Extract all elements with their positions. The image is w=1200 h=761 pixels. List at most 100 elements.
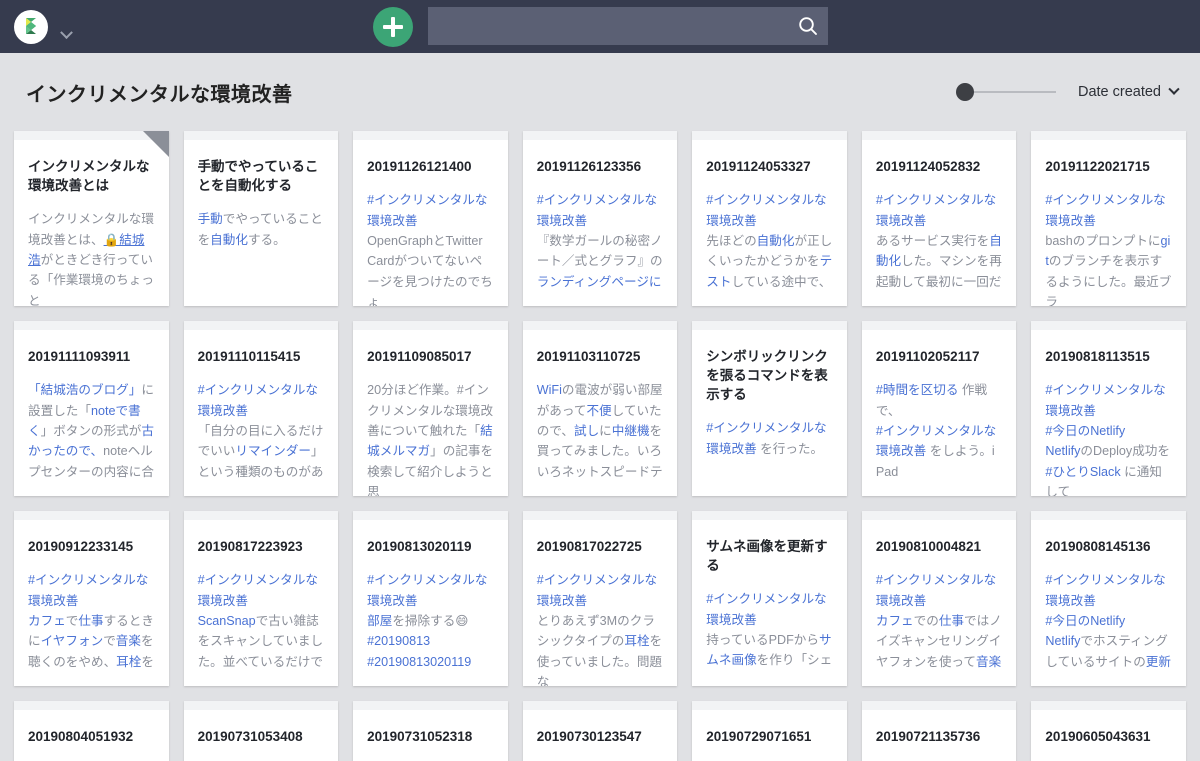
card-link[interactable]: #インクリメンタルな環境改善 xyxy=(537,193,657,227)
card-link[interactable]: #20190813020119 xyxy=(367,655,471,669)
card-link[interactable]: 中継機 xyxy=(612,424,650,438)
card-excerpt: #インクリメンタルな環境改善 「自分の目に入るだけでいいリマインダー」という種類の… xyxy=(198,380,325,482)
page-card[interactable]: 20190729071651 xyxy=(692,701,847,761)
page-card[interactable]: 20191109085017 20分ほど作業。#インクリメンタルな環境改善について… xyxy=(353,321,508,496)
card-link[interactable]: リマインダー xyxy=(235,444,311,458)
slider-track[interactable] xyxy=(961,91,1056,93)
page-card[interactable]: 20190817223923 #インクリメンタルな環境改善 ScanSnapで古い雑… xyxy=(183,511,339,686)
page-card[interactable]: 20190721135736 xyxy=(861,701,1017,761)
page-card[interactable]: シンボリックリンクを張るコマンドを表示する #インクリメンタルな環境改善 を行った… xyxy=(692,321,847,496)
new-page-button[interactable] xyxy=(373,7,413,47)
card-link[interactable]: カフェ xyxy=(28,614,66,628)
page-card[interactable]: 20190817022725 #インクリメンタルな環境改善 とりあえず3Mのクラシッ… xyxy=(522,511,678,686)
card-link[interactable]: #インクリメンタルな環境改善 xyxy=(876,573,996,607)
card-top-strip xyxy=(522,511,678,520)
card-link[interactable]: #インクリメンタルな環境改善 xyxy=(1045,573,1165,607)
project-menu-button[interactable] xyxy=(14,9,73,44)
card-link[interactable]: #インクリメンタルな環境改善 xyxy=(537,573,657,607)
card-link[interactable]: 音楽 xyxy=(976,655,1001,669)
page-card[interactable]: 20190912233145 #インクリメンタルな環境改善 カフェで仕事するときにイ… xyxy=(14,511,169,686)
sort-dropdown[interactable]: Date created xyxy=(1078,83,1180,100)
card-title: 20190731053408 xyxy=(197,729,303,744)
page-card[interactable]: 手動でやっていることを自動化する 手動でやっていることを自動化する。 xyxy=(183,131,339,306)
card-title: 20191122021715 xyxy=(1045,159,1150,174)
card-top-strip xyxy=(861,701,1017,710)
card-link[interactable]: #インクリメンタルな環境改善 xyxy=(706,193,826,227)
card-link[interactable]: ランディングページに xyxy=(537,275,662,289)
page-card[interactable]: 20191124053327 #インクリメンタルな環境改善 先ほどの自動化が正しくい… xyxy=(692,131,847,306)
card-title: インクリメンタルな環境改善とは xyxy=(28,159,150,194)
page-card[interactable]: 20190808145136 #インクリメンタルな環境改善 #今日のNetlify N… xyxy=(1031,511,1186,686)
card-excerpt: #インクリメンタルな環境改善 #今日のNetlify Netlifyでホスティングし… xyxy=(1045,570,1172,672)
search-box[interactable] xyxy=(428,7,828,45)
card-link[interactable]: #インクリメンタルな環境改善 xyxy=(367,193,487,227)
page-card[interactable]: 20191103110725 WiFiの電波が弱い部屋があって不便していたので、試… xyxy=(522,321,678,496)
card-link[interactable]: #インクリメンタルな環境改善 xyxy=(876,193,996,227)
page-card[interactable]: 20191122021715 #インクリメンタルな環境改善 bashのプロンプトにg… xyxy=(1031,131,1186,306)
search-icon[interactable] xyxy=(788,15,828,37)
card-link[interactable]: #インクリメンタルな環境改善 xyxy=(198,383,318,417)
card-link[interactable]: #今日のNetlify xyxy=(1045,424,1125,438)
page-card[interactable]: 20190731053408 xyxy=(183,701,339,761)
card-link[interactable]: #20190813 xyxy=(367,634,430,648)
page-card[interactable]: 20191102052117 #時間を区切る 作戦で、 #インクリメンタルな環境改善… xyxy=(861,321,1017,496)
card-link[interactable]: 「結城浩のブログ」 xyxy=(28,383,141,397)
card-size-slider[interactable] xyxy=(955,83,1056,101)
page-card[interactable]: サムネ画像を更新する #インクリメンタルな環境改善 持っているPDFからサムネ画像を… xyxy=(692,511,847,686)
page-card[interactable]: 20190813020119 #インクリメンタルな環境改善 部屋を掃除する😄 #201… xyxy=(353,511,508,686)
card-link[interactable]: #インクリメンタルな環境改善 xyxy=(706,592,826,626)
card-link[interactable]: 仕事 xyxy=(78,614,103,628)
card-link[interactable]: 耳栓 xyxy=(624,634,649,648)
card-link[interactable]: #ひとりSlack xyxy=(1045,465,1120,479)
card-link[interactable]: #今日のNetlify xyxy=(1045,614,1125,628)
card-top-strip xyxy=(692,511,847,520)
card-link[interactable]: #インクリメンタルな環境改善 xyxy=(1045,193,1165,227)
card-text: を行った。 xyxy=(756,441,824,456)
page-card[interactable]: 20190804051932 xyxy=(14,701,169,761)
card-link[interactable]: 手動 xyxy=(198,212,223,226)
page-card[interactable]: 20191124052832 #インクリメンタルな環境改善 あるサービス実行を自動化… xyxy=(861,131,1017,306)
page-card[interactable]: 20190605043631 xyxy=(1031,701,1186,761)
page-card[interactable]: インクリメンタルな環境改善とは インクリメンタルな環境改善とは、🔒結城浩がときどき… xyxy=(14,131,169,306)
card-link[interactable]: イヤフォン xyxy=(41,634,104,648)
card-link[interactable]: ScanSnap xyxy=(198,614,256,628)
card-link[interactable]: 自動化 xyxy=(757,234,795,248)
card-text: bashのプロンプトに xyxy=(1045,233,1161,248)
card-link[interactable]: Netlify xyxy=(1045,634,1080,648)
card-link[interactable]: 不便 xyxy=(586,404,611,418)
card-top-strip xyxy=(353,511,508,520)
card-title: 20190817022725 xyxy=(536,539,642,554)
card-top-strip xyxy=(1031,321,1186,330)
card-link[interactable]: 更新 xyxy=(1146,655,1171,669)
card-text: する。 xyxy=(247,232,286,247)
page-card[interactable]: 20191111093911 「結城浩のブログ」に設置した「noteで書く」ボタン… xyxy=(14,321,169,496)
card-title: 20191124052832 xyxy=(875,159,981,174)
card-link[interactable]: 試し xyxy=(574,424,599,438)
scrapbox-logo[interactable] xyxy=(14,9,48,44)
card-link[interactable]: WiFi xyxy=(537,383,562,397)
page-card[interactable]: 20190730123547 xyxy=(522,701,678,761)
top-bar xyxy=(0,0,1200,53)
slider-knob[interactable] xyxy=(955,83,974,101)
card-top-strip xyxy=(14,321,169,330)
card-link[interactable]: カフェ xyxy=(876,614,914,628)
card-link[interactable]: #インクリメンタルな環境改善 xyxy=(1045,383,1165,417)
page-card[interactable]: 20190731052318 xyxy=(353,701,508,761)
page-card[interactable]: 20191110115415 #インクリメンタルな環境改善 「自分の目に入るだけでい… xyxy=(183,321,339,496)
card-link[interactable]: #インクリメンタルな環境改善 xyxy=(367,573,487,607)
card-link[interactable]: #インクリメンタルな環境改善 xyxy=(198,573,318,607)
card-link[interactable]: 耳栓 xyxy=(116,655,141,669)
card-link[interactable]: #インクリメンタルな環境改善 xyxy=(28,573,148,607)
page-card[interactable]: 20190810004821 #インクリメンタルな環境改善 カフェでの仕事ではノイズ… xyxy=(861,511,1017,686)
pinned-corner-icon xyxy=(142,131,169,157)
search-input[interactable] xyxy=(428,7,788,45)
page-card[interactable]: 20190818113515 #インクリメンタルな環境改善 #今日のNetlify N… xyxy=(1031,321,1186,496)
card-link[interactable]: 仕事 xyxy=(939,614,964,628)
page-card[interactable]: 20191126123356 #インクリメンタルな環境改善 『数学ガールの秘密ノート… xyxy=(522,131,678,306)
card-link[interactable]: 音楽 xyxy=(116,634,141,648)
page-card[interactable]: 20191126121400 #インクリメンタルな環境改善 OpenGraphとTw… xyxy=(353,131,508,306)
card-link[interactable]: 自動化 xyxy=(210,233,248,247)
card-link[interactable]: 部屋 xyxy=(367,614,392,628)
card-link[interactable]: Netlify xyxy=(1045,444,1080,458)
card-link[interactable]: #時間を区切る xyxy=(876,383,959,397)
